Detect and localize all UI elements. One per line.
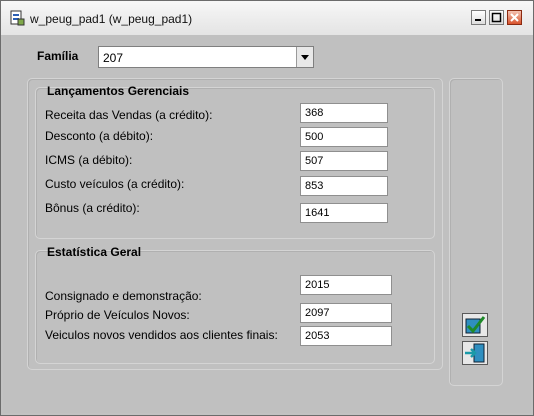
consignado-label: Consignado e demonstração: [45,289,202,303]
minimize-button[interactable] [471,10,486,25]
familia-value: 207 [103,51,124,65]
icms-field[interactable]: 507 [300,151,388,171]
app-icon [10,10,25,26]
receita-field[interactable]: 368 [300,103,388,123]
maximize-icon [491,12,502,23]
familia-dropdown[interactable]: 207 [98,46,314,68]
bonus-label: Bônus (a crédito): [45,201,140,215]
proprio-label: Próprio de Veículos Novos: [45,308,190,322]
exit-button[interactable] [462,341,488,365]
custo-field[interactable]: 853 [300,176,388,196]
icms-label: ICMS (a débito): [45,153,133,167]
window-title: w_peug_pad1 (w_peug_pad1) [30,12,193,26]
check-icon [465,316,486,334]
exit-door-icon [465,343,485,363]
confirm-button[interactable] [462,313,488,337]
close-icon [510,13,519,22]
estatistica-title: Estatística Geral [47,245,142,259]
bonus-field[interactable]: 1641 [300,203,388,223]
close-button[interactable] [507,10,522,25]
vendidos-field[interactable]: 2053 [300,326,392,346]
proprio-field[interactable]: 2097 [300,303,392,323]
lancamentos-title: Lançamentos Gerenciais [47,84,190,98]
familia-label: Família [37,49,79,63]
client-area: Família 207 Lançamentos Gerenciais Recei… [3,35,531,413]
title-bar[interactable]: w_peug_pad1 (w_peug_pad1) [1,1,533,35]
chevron-down-icon[interactable] [296,47,313,67]
consignado-field[interactable]: 2015 [300,275,392,295]
receita-label: Receita das Vendas (a crédito): [45,108,213,122]
window: w_peug_pad1 (w_peug_pad1) Família 207 La… [0,0,534,416]
desconto-label: Desconto (a débito): [45,129,154,143]
custo-label: Custo veículos (a crédito): [45,177,185,191]
desconto-field[interactable]: 500 [300,127,388,147]
buttons-panel [449,78,503,386]
maximize-button[interactable] [489,10,504,25]
minimize-icon [475,19,481,21]
vendidos-label: Veiculos novos vendidos aos clientes fin… [45,328,278,342]
